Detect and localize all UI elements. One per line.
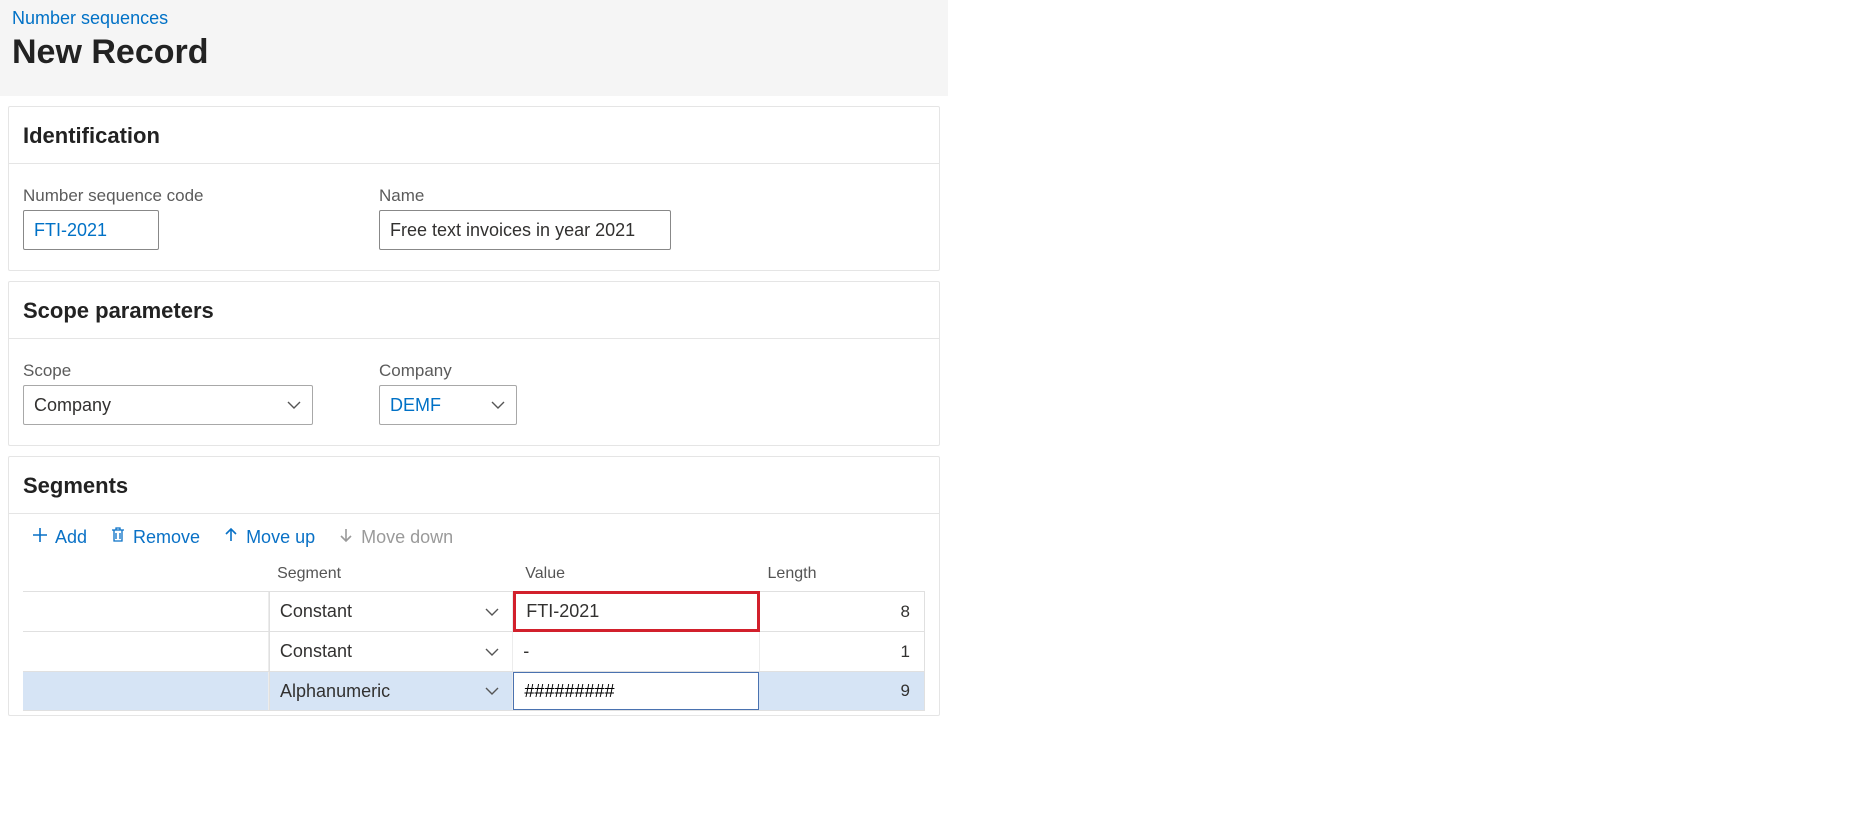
scope-label: Scope	[23, 361, 379, 381]
segment-type-cell[interactable]: Constant	[269, 632, 513, 671]
arrow-up-icon	[222, 526, 240, 549]
segment-length-cell[interactable]: 1	[760, 632, 926, 671]
page-title: New Record	[12, 33, 936, 72]
move-down-label: Move down	[361, 527, 453, 548]
company-value: DEMF	[390, 395, 441, 416]
plus-icon	[31, 526, 49, 549]
move-down-button: Move down	[337, 526, 453, 549]
segments-toolbar: Add Remove Move up	[23, 514, 925, 561]
name-label: Name	[379, 186, 779, 206]
remove-label: Remove	[133, 527, 200, 548]
number-sequence-code-input[interactable]	[23, 210, 159, 250]
add-label: Add	[55, 527, 87, 548]
scope-value: Company	[34, 395, 111, 416]
row-selector[interactable]	[23, 592, 269, 631]
segment-value-cell[interactable]: -	[513, 632, 759, 671]
move-up-button[interactable]: Move up	[222, 526, 315, 549]
remove-button[interactable]: Remove	[109, 526, 200, 549]
scope-panel: Scope parameters Scope Company C	[8, 281, 940, 446]
segment-length-cell[interactable]: 9	[759, 672, 925, 710]
chevron-down-icon	[490, 397, 506, 413]
chevron-down-icon	[484, 683, 500, 699]
col-segment-header[interactable]: Segment	[269, 565, 513, 583]
move-up-label: Move up	[246, 527, 315, 548]
company-select[interactable]: DEMF	[379, 385, 517, 425]
segment-type-cell[interactable]: Constant	[269, 592, 513, 631]
segment-type-value: Constant	[280, 601, 352, 622]
segment-value: -	[523, 641, 529, 662]
segment-value-cell[interactable]	[513, 672, 759, 710]
chevron-down-icon	[286, 397, 302, 413]
segments-panel: Segments Add Remove	[8, 456, 940, 716]
row-selector[interactable]	[23, 672, 269, 710]
code-label: Number sequence code	[23, 186, 379, 206]
segment-length-cell[interactable]: 8	[760, 592, 925, 631]
table-row[interactable]: Constant - 1	[23, 631, 925, 671]
identification-panel: Identification Number sequence code Name	[8, 106, 940, 271]
table-row[interactable]: Constant FTI-2021 8	[23, 591, 925, 631]
scope-select[interactable]: Company	[23, 385, 313, 425]
table-row[interactable]: Alphanumeric 9	[23, 671, 925, 711]
segment-type-cell[interactable]: Alphanumeric	[269, 672, 513, 710]
row-selector[interactable]	[23, 632, 269, 671]
col-value-header[interactable]: Value	[513, 565, 759, 583]
segment-value-input[interactable]	[514, 673, 758, 709]
segments-heading[interactable]: Segments	[9, 457, 939, 514]
identification-heading[interactable]: Identification	[9, 107, 939, 164]
trash-icon	[109, 526, 127, 549]
segment-type-value: Constant	[280, 641, 352, 662]
company-label: Company	[379, 361, 779, 381]
grid-header: Segment Value Length	[23, 561, 925, 591]
name-input[interactable]	[379, 210, 671, 250]
breadcrumb-link[interactable]: Number sequences	[12, 8, 168, 28]
scope-heading[interactable]: Scope parameters	[9, 282, 939, 339]
add-button[interactable]: Add	[31, 526, 87, 549]
chevron-down-icon	[484, 644, 500, 660]
segment-type-value: Alphanumeric	[280, 681, 390, 702]
segments-grid: Segment Value Length Constant FTI-2021	[23, 561, 925, 711]
arrow-down-icon	[337, 526, 355, 549]
segment-value-cell[interactable]: FTI-2021	[513, 591, 759, 632]
segment-value: FTI-2021	[526, 601, 599, 622]
chevron-down-icon	[484, 604, 500, 620]
col-length-header[interactable]: Length	[760, 565, 925, 583]
